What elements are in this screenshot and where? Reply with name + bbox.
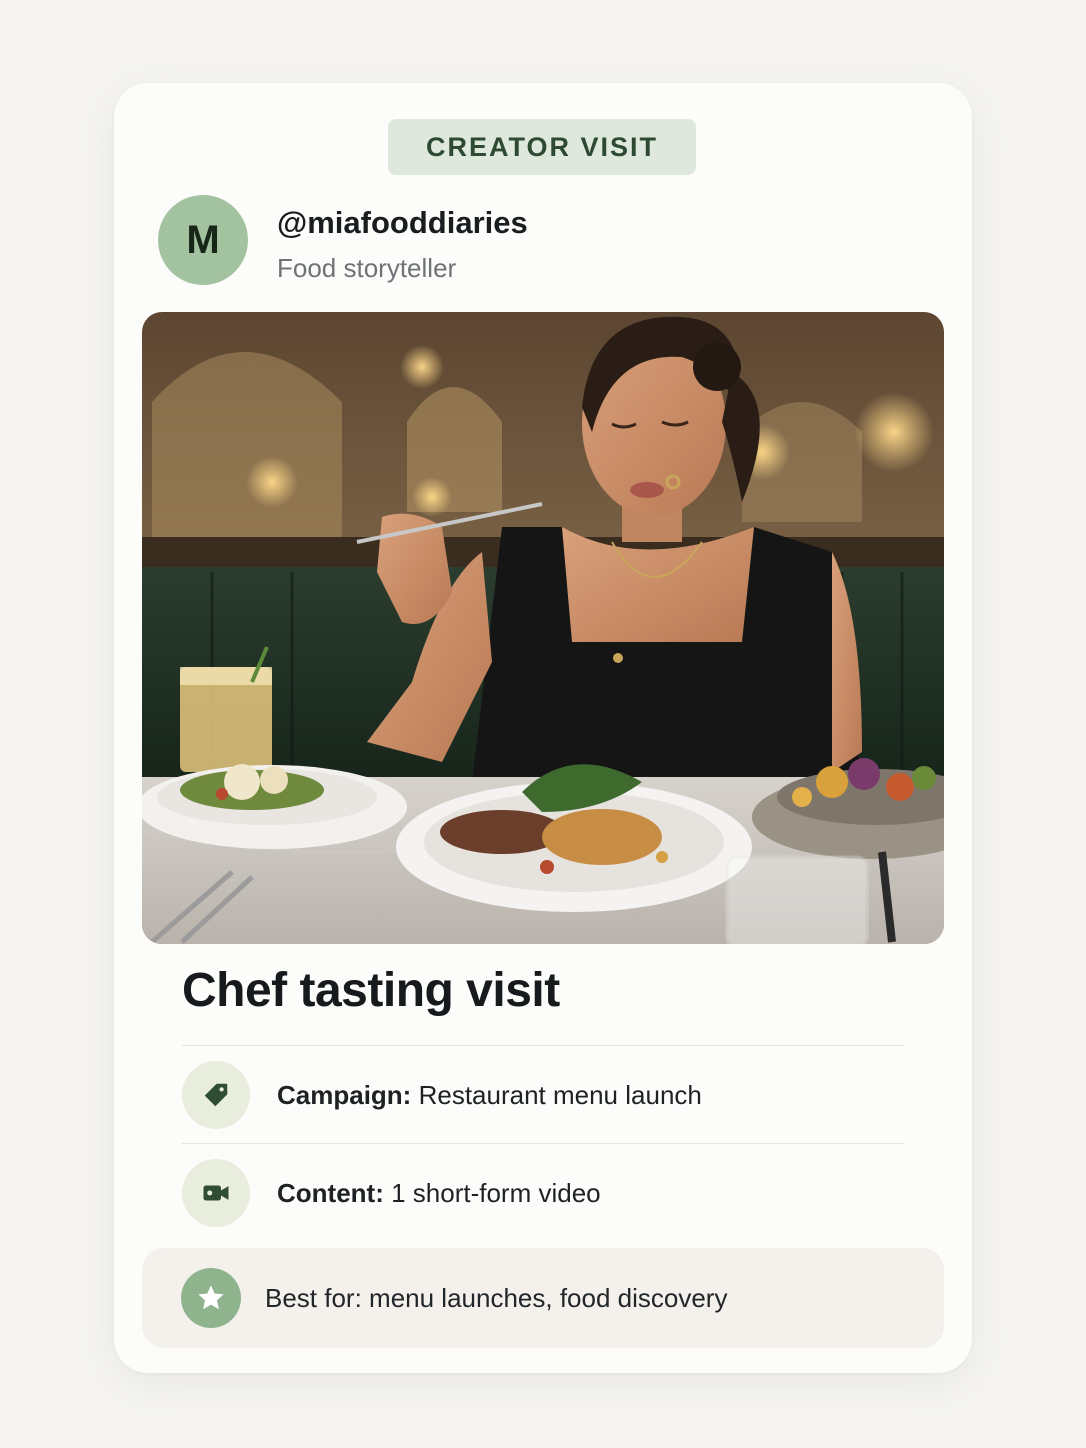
best-for-text: Best for: menu launches, food discovery	[265, 1282, 728, 1313]
star-icon-circle	[181, 1268, 241, 1328]
avatar[interactable]: M	[158, 195, 248, 285]
visit-photo[interactable]	[142, 312, 944, 944]
star-icon	[198, 1285, 224, 1310]
visit-photo-illustration	[142, 312, 944, 944]
creator-handle[interactable]: @miafooddiaries	[277, 205, 528, 241]
best-for-panel: Best for: menu launches, food discovery	[142, 1248, 944, 1348]
creator-visit-badge: CREATOR VISIT	[388, 119, 696, 175]
tag-icon	[204, 1083, 228, 1107]
video-camera-icon	[203, 1185, 229, 1201]
tag-icon-circle	[182, 1061, 250, 1129]
campaign-text: Campaign: Restaurant menu launch	[277, 1080, 702, 1111]
divider	[182, 1045, 904, 1046]
content-label: Content:	[277, 1177, 384, 1208]
content-text: Content: 1 short-form video	[277, 1178, 601, 1209]
campaign-value: Restaurant menu launch	[418, 1079, 702, 1110]
video-icon-circle	[182, 1159, 250, 1227]
visit-title: Chef tasting visit	[182, 964, 560, 1017]
creator-visit-card: CREATOR VISIT M @miafooddiaries Food sto…	[114, 83, 972, 1373]
content-row: Content: 1 short-form video	[182, 1159, 904, 1227]
creator-role: Food storyteller	[277, 253, 457, 283]
divider	[182, 1143, 904, 1144]
content-value: 1 short-form video	[391, 1177, 601, 1208]
campaign-row: Campaign: Restaurant menu launch	[182, 1061, 904, 1129]
campaign-label: Campaign:	[277, 1079, 412, 1110]
